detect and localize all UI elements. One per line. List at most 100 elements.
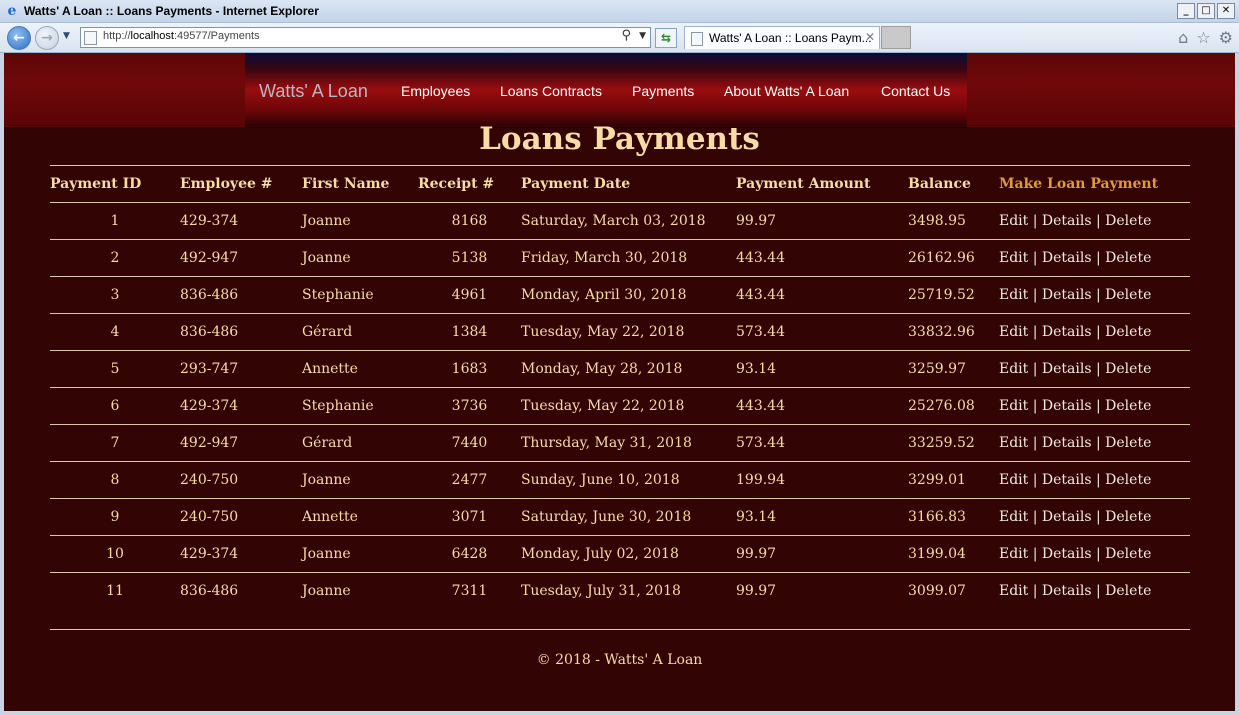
nav-link-loans-contracts[interactable]: Loans Contracts: [500, 83, 602, 99]
table-row: 6 429-374 Stephanie 3736 Tuesday, May 22, 20…: [50, 387, 1190, 425]
delete-link[interactable]: Delete: [1105, 435, 1151, 451]
edit-link[interactable]: Edit: [999, 546, 1028, 562]
cell-first-name: Gérard: [302, 424, 418, 462]
cell-receipt-number: 3736: [418, 387, 521, 425]
cell-receipt-number: 5138: [418, 239, 521, 277]
delete-link[interactable]: Delete: [1105, 546, 1151, 562]
edit-link[interactable]: Edit: [999, 583, 1028, 599]
footer-divider: [50, 629, 1190, 630]
address-url[interactable]: http://localhost:49577/Payments: [103, 30, 260, 42]
delete-link[interactable]: Delete: [1105, 472, 1151, 488]
table-row: 7 492-947 Gérard 7440 Thursday, May 31, 2018…: [50, 424, 1190, 462]
tab-close-icon[interactable]: ✕: [865, 30, 875, 44]
delete-link[interactable]: Delete: [1105, 324, 1151, 340]
cell-balance: 3099.07: [908, 583, 966, 599]
nav-link-payments[interactable]: Payments: [632, 83, 694, 99]
cell-employee-number: 836-486: [180, 313, 302, 351]
cell-payment-id: 1: [50, 202, 180, 240]
address-bar[interactable]: http://localhost:49577/Payments ⚲ ▼: [80, 27, 651, 48]
cell-balance: 25719.52: [908, 276, 999, 314]
action-separator: |: [1096, 398, 1101, 414]
details-link[interactable]: Details: [1042, 287, 1092, 303]
edit-link[interactable]: Edit: [999, 509, 1028, 525]
column-header-employee: Employee #: [180, 165, 302, 203]
cell-actions: Edit | Details | Delete: [999, 387, 1190, 425]
details-link[interactable]: Details: [1042, 213, 1092, 229]
forward-arrow-icon: →: [41, 30, 53, 46]
browser-tab[interactable]: Watts' A Loan :: Loans Paym... ✕: [684, 26, 880, 49]
details-link[interactable]: Details: [1042, 472, 1092, 488]
cell-payment-amount: 443.44: [736, 276, 908, 314]
action-separator: |: [1032, 287, 1038, 303]
search-icon[interactable]: ⚲: [621, 28, 631, 43]
cell-payment-amount: 99.97: [736, 583, 777, 599]
details-link[interactable]: Details: [1042, 509, 1092, 525]
address-dropdown-icon[interactable]: ▼: [639, 31, 646, 41]
action-separator: |: [1032, 398, 1038, 414]
url-path: :49577/Payments: [173, 30, 260, 42]
details-link[interactable]: Details: [1042, 435, 1092, 451]
forward-button[interactable]: →: [35, 26, 59, 50]
edit-link[interactable]: Edit: [999, 398, 1028, 414]
window-controls: _ □ ✕: [1177, 3, 1235, 19]
nav-link-employees[interactable]: Employees: [401, 83, 470, 99]
home-icon[interactable]: ⌂: [1178, 28, 1188, 47]
footer-text: © 2018 - Watts' A Loan: [536, 652, 703, 668]
edit-link[interactable]: Edit: [999, 324, 1028, 340]
cell-payment-date: Saturday, June 30, 2018: [521, 498, 736, 536]
delete-link[interactable]: Delete: [1105, 213, 1151, 229]
favorites-star-icon[interactable]: ☆: [1196, 28, 1210, 47]
refresh-button[interactable]: ⇆: [655, 28, 677, 48]
details-link[interactable]: Details: [1042, 324, 1092, 340]
minimize-button[interactable]: _: [1177, 3, 1195, 19]
details-link[interactable]: Details: [1042, 583, 1092, 599]
back-button[interactable]: ←: [7, 26, 31, 50]
cell-payment-amount: 99.97: [736, 535, 908, 573]
edit-link[interactable]: Edit: [999, 361, 1028, 377]
nav-link-about[interactable]: About Watts' A Loan: [724, 83, 849, 99]
delete-link[interactable]: Delete: [1105, 250, 1151, 266]
close-window-button[interactable]: ✕: [1217, 3, 1235, 19]
maximize-button[interactable]: □: [1197, 3, 1215, 19]
cell-payment-date: Tuesday, July 31, 2018: [521, 583, 681, 599]
cell-actions: Edit | Details | Delete: [999, 535, 1190, 573]
delete-link[interactable]: Delete: [1105, 509, 1151, 525]
settings-gear-icon[interactable]: ⚙: [1219, 28, 1233, 47]
back-arrow-icon: ←: [13, 30, 25, 46]
edit-link[interactable]: Edit: [999, 250, 1028, 266]
edit-link[interactable]: Edit: [999, 287, 1028, 303]
cell-payment-amount: 93.14: [736, 498, 908, 536]
cell-payment-date: Monday, May 28, 2018: [521, 350, 736, 388]
new-tab-button[interactable]: [881, 26, 911, 49]
cell-employee-number: 429-374: [180, 535, 302, 573]
edit-link[interactable]: Edit: [999, 435, 1028, 451]
cell-payment-id: 9: [50, 498, 180, 536]
delete-link[interactable]: Delete: [1105, 398, 1151, 414]
cell-employee-number: 240-750: [180, 498, 302, 536]
cell-payment-date: Sunday, June 10, 2018: [521, 461, 736, 499]
details-link[interactable]: Details: [1042, 546, 1092, 562]
delete-link[interactable]: Delete: [1105, 287, 1151, 303]
cell-actions: Edit | Details | Delete: [999, 498, 1190, 536]
cell-payment-amount: 573.44: [736, 424, 908, 462]
delete-link[interactable]: Delete: [1105, 361, 1151, 377]
table-row: 10 429-374 Joanne 6428 Monday, July 02, 2018…: [50, 535, 1190, 573]
brand-link[interactable]: Watts' A Loan: [259, 81, 368, 102]
nav-link-contact[interactable]: Contact Us: [881, 83, 950, 99]
delete-link[interactable]: Delete: [1105, 583, 1151, 599]
edit-link[interactable]: Edit: [999, 213, 1028, 229]
cell-first-name: Stephanie: [302, 276, 418, 314]
cell-payment-id: 8: [50, 461, 180, 499]
tab-label: Watts' A Loan :: Loans Paym...: [709, 31, 872, 45]
refresh-icon: ⇆: [660, 31, 672, 45]
cell-employee-number: 492-947: [180, 239, 302, 277]
details-link[interactable]: Details: [1042, 361, 1092, 377]
make-loan-payment-header: Make Loan Payment: [999, 165, 1190, 203]
table-row: 9 240-750 Annette 3071 Saturday, June 30, 20…: [50, 498, 1190, 536]
details-link[interactable]: Details: [1042, 250, 1092, 266]
edit-link[interactable]: Edit: [999, 472, 1028, 488]
make-loan-payment-link[interactable]: Make Loan Payment: [999, 176, 1158, 192]
cell-employee-number: 429-374: [180, 387, 302, 425]
history-dropdown-icon[interactable]: ▼: [63, 31, 70, 41]
details-link[interactable]: Details: [1042, 398, 1092, 414]
